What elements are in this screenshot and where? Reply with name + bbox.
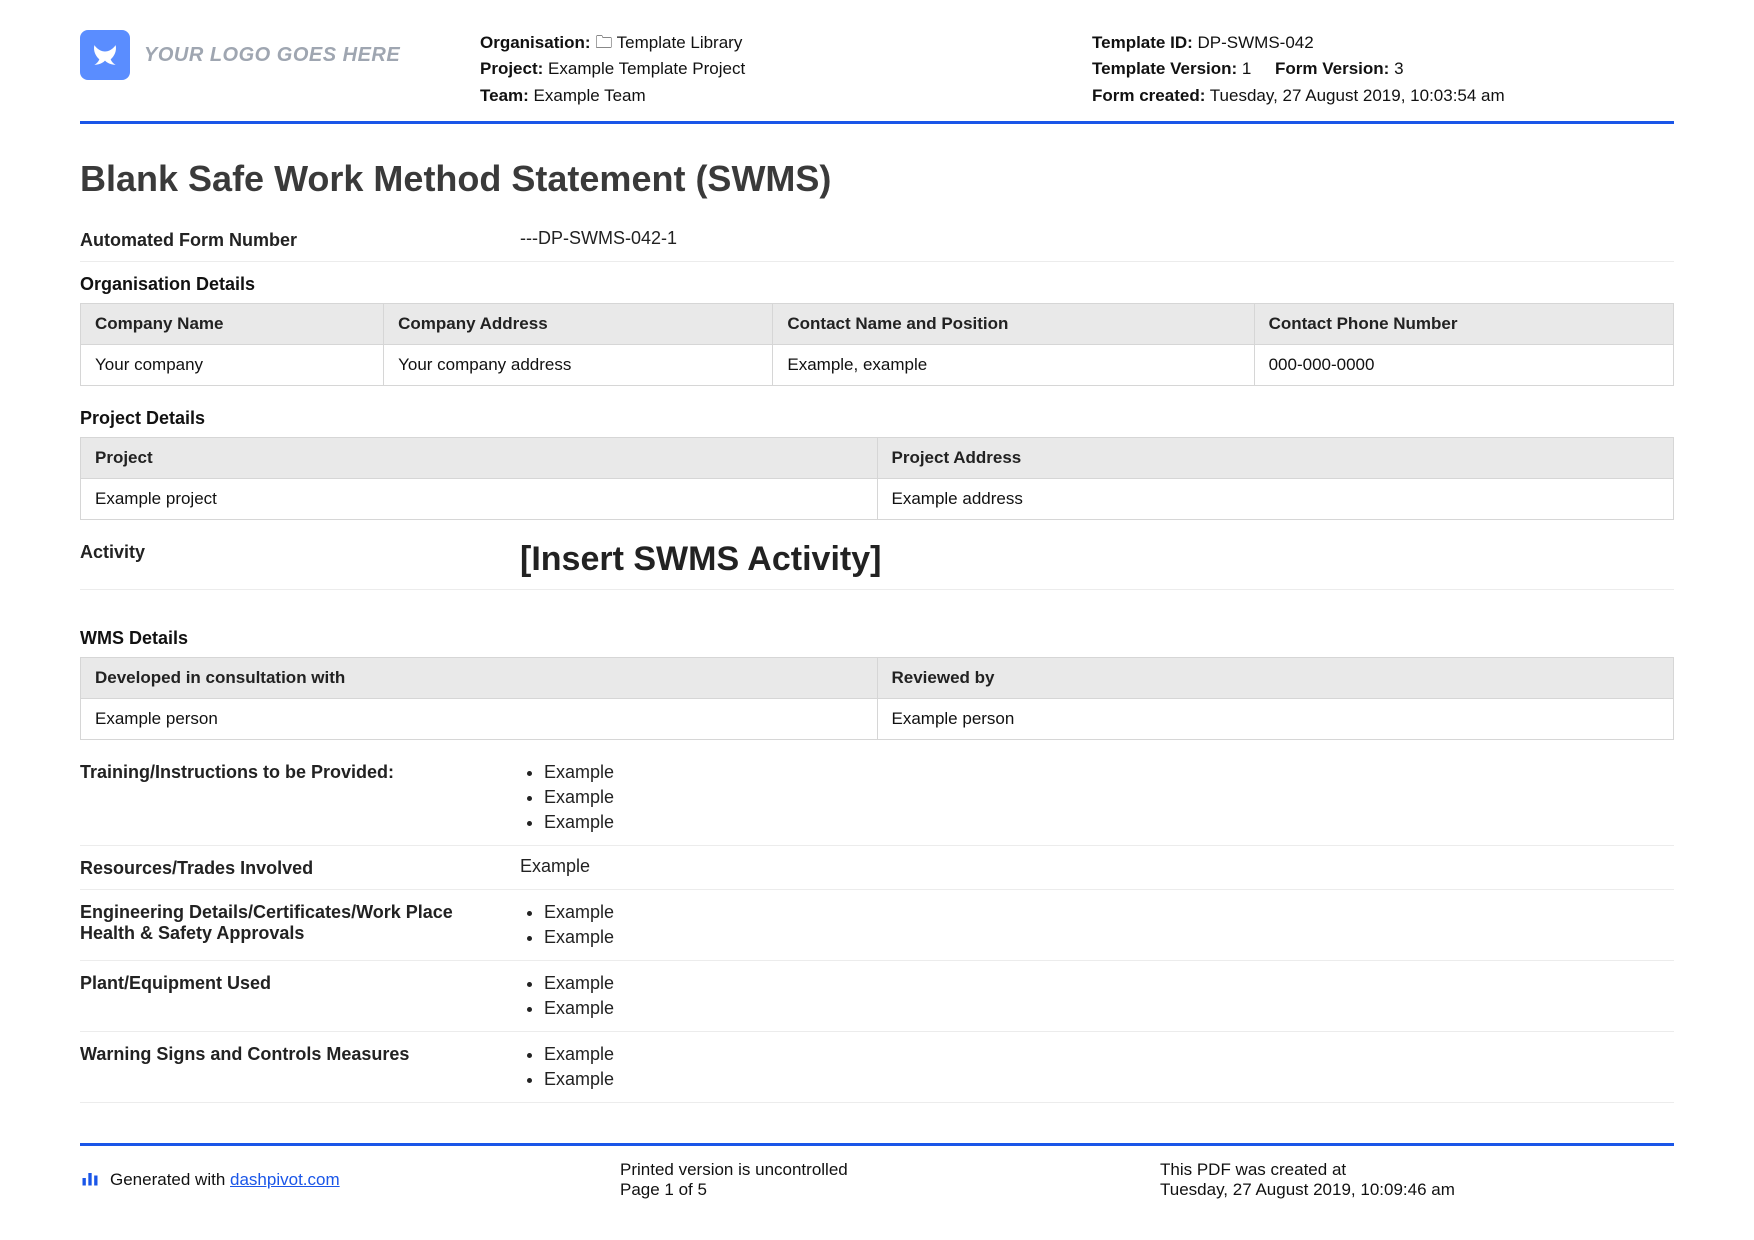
cell-contact-name: Example, example bbox=[773, 345, 1254, 386]
header-meta-left: Organisation: 🗀 Template Library Project… bbox=[480, 30, 1062, 109]
training-row: Training/Instructions to be Provided: Ex… bbox=[80, 750, 1674, 846]
plant-label: Plant/Equipment Used bbox=[80, 971, 500, 994]
table-row: Your company Your company address Exampl… bbox=[81, 345, 1674, 386]
footer-right: This PDF was created at Tuesday, 27 Augu… bbox=[1160, 1160, 1674, 1200]
training-label: Training/Instructions to be Provided: bbox=[80, 760, 500, 783]
activity-label: Activity bbox=[80, 540, 500, 563]
folder-icon: 🗀 bbox=[595, 33, 612, 52]
activity-value: [Insert SWMS Activity] bbox=[520, 540, 1674, 579]
list-item: Example bbox=[544, 971, 1674, 996]
resources-row: Resources/Trades Involved Example bbox=[80, 846, 1674, 890]
cell-project: Example project bbox=[81, 479, 878, 520]
project-label: Project: bbox=[480, 59, 543, 78]
cell-reviewed-by: Example person bbox=[877, 699, 1674, 740]
col-project-address: Project Address bbox=[877, 438, 1674, 479]
col-project: Project bbox=[81, 438, 878, 479]
resources-label: Resources/Trades Involved bbox=[80, 856, 500, 879]
plant-row: Plant/Equipment Used Example Example bbox=[80, 961, 1674, 1032]
document-footer: Generated with dashpivot.com Printed ver… bbox=[80, 1143, 1674, 1200]
form-version-label: Form Version: bbox=[1275, 59, 1389, 78]
list-item: Example bbox=[544, 900, 1674, 925]
wms-details-section-title: WMS Details bbox=[80, 616, 1674, 657]
organisation-label: Organisation: bbox=[480, 33, 591, 52]
engineering-label: Engineering Details/Certificates/Work Pl… bbox=[80, 900, 500, 944]
col-company-address: Company Address bbox=[384, 304, 773, 345]
list-item: Example bbox=[544, 1067, 1674, 1092]
dashpivot-link[interactable]: dashpivot.com bbox=[230, 1170, 340, 1189]
footer-left: Generated with dashpivot.com bbox=[80, 1160, 580, 1200]
col-developed-with: Developed in consultation with bbox=[81, 658, 878, 699]
form-number-value: ---DP-SWMS-042-1 bbox=[520, 228, 1674, 249]
form-created-label: Form created: bbox=[1092, 86, 1205, 105]
created-at-label: This PDF was created at bbox=[1160, 1160, 1674, 1180]
cell-project-address: Example address bbox=[877, 479, 1674, 520]
header-meta-right: Template ID: DP-SWMS-042 Template Versio… bbox=[1092, 30, 1674, 109]
list-item: Example bbox=[544, 996, 1674, 1021]
cell-contact-phone: 000-000-0000 bbox=[1254, 345, 1673, 386]
form-version-value: 3 bbox=[1394, 59, 1403, 78]
project-value: Example Template Project bbox=[548, 59, 745, 78]
project-details-table: Project Project Address Example project … bbox=[80, 437, 1674, 520]
cell-company-address: Your company address bbox=[384, 345, 773, 386]
team-value: Example Team bbox=[534, 86, 646, 105]
training-list: Example Example Example bbox=[520, 760, 1674, 835]
col-contact-phone: Contact Phone Number bbox=[1254, 304, 1673, 345]
template-version-label: Template Version: bbox=[1092, 59, 1237, 78]
col-reviewed-by: Reviewed by bbox=[877, 658, 1674, 699]
footer-center: Printed version is uncontrolled Page 1 o… bbox=[620, 1160, 1120, 1200]
page-title: Blank Safe Work Method Statement (SWMS) bbox=[80, 158, 1674, 200]
warning-label: Warning Signs and Controls Measures bbox=[80, 1042, 500, 1065]
cell-developed-with: Example person bbox=[81, 699, 878, 740]
wms-details-table: Developed in consultation with Reviewed … bbox=[80, 657, 1674, 740]
org-details-section-title: Organisation Details bbox=[80, 262, 1674, 303]
team-label: Team: bbox=[480, 86, 529, 105]
form-number-label: Automated Form Number bbox=[80, 228, 500, 251]
project-details-section-title: Project Details bbox=[80, 396, 1674, 437]
template-id-value: DP-SWMS-042 bbox=[1198, 33, 1314, 52]
uncontrolled-text: Printed version is uncontrolled bbox=[620, 1160, 1120, 1180]
col-company-name: Company Name bbox=[81, 304, 384, 345]
list-item: Example bbox=[544, 760, 1674, 785]
template-id-label: Template ID: bbox=[1092, 33, 1193, 52]
template-version-value: 1 bbox=[1242, 59, 1251, 78]
engineering-row: Engineering Details/Certificates/Work Pl… bbox=[80, 890, 1674, 961]
form-created-value: Tuesday, 27 August 2019, 10:03:54 am bbox=[1210, 86, 1505, 105]
page-number: Page 1 of 5 bbox=[620, 1180, 1120, 1200]
list-item: Example bbox=[544, 810, 1674, 835]
organisation-value: Template Library bbox=[617, 33, 743, 52]
warning-list: Example Example bbox=[520, 1042, 1674, 1092]
document-header: YOUR LOGO GOES HERE Organisation: 🗀 Temp… bbox=[80, 30, 1674, 124]
form-number-row: Automated Form Number ---DP-SWMS-042-1 bbox=[80, 218, 1674, 262]
bar-chart-icon bbox=[80, 1168, 100, 1193]
cell-company-name: Your company bbox=[81, 345, 384, 386]
activity-row: Activity [Insert SWMS Activity] bbox=[80, 530, 1674, 589]
logo-block: YOUR LOGO GOES HERE bbox=[80, 30, 450, 80]
list-item: Example bbox=[544, 1042, 1674, 1067]
plant-list: Example Example bbox=[520, 971, 1674, 1021]
list-item: Example bbox=[544, 925, 1674, 950]
engineering-list: Example Example bbox=[520, 900, 1674, 950]
created-at-value: Tuesday, 27 August 2019, 10:09:46 am bbox=[1160, 1180, 1674, 1200]
table-row: Example project Example address bbox=[81, 479, 1674, 520]
list-item: Example bbox=[544, 785, 1674, 810]
col-contact-name: Contact Name and Position bbox=[773, 304, 1254, 345]
table-row: Example person Example person bbox=[81, 699, 1674, 740]
logo-icon bbox=[80, 30, 130, 80]
org-details-table: Company Name Company Address Contact Nam… bbox=[80, 303, 1674, 386]
generated-with-text: Generated with bbox=[110, 1170, 230, 1189]
resources-value: Example bbox=[520, 856, 1674, 877]
warning-row: Warning Signs and Controls Measures Exam… bbox=[80, 1032, 1674, 1103]
logo-placeholder-text: YOUR LOGO GOES HERE bbox=[144, 44, 400, 67]
